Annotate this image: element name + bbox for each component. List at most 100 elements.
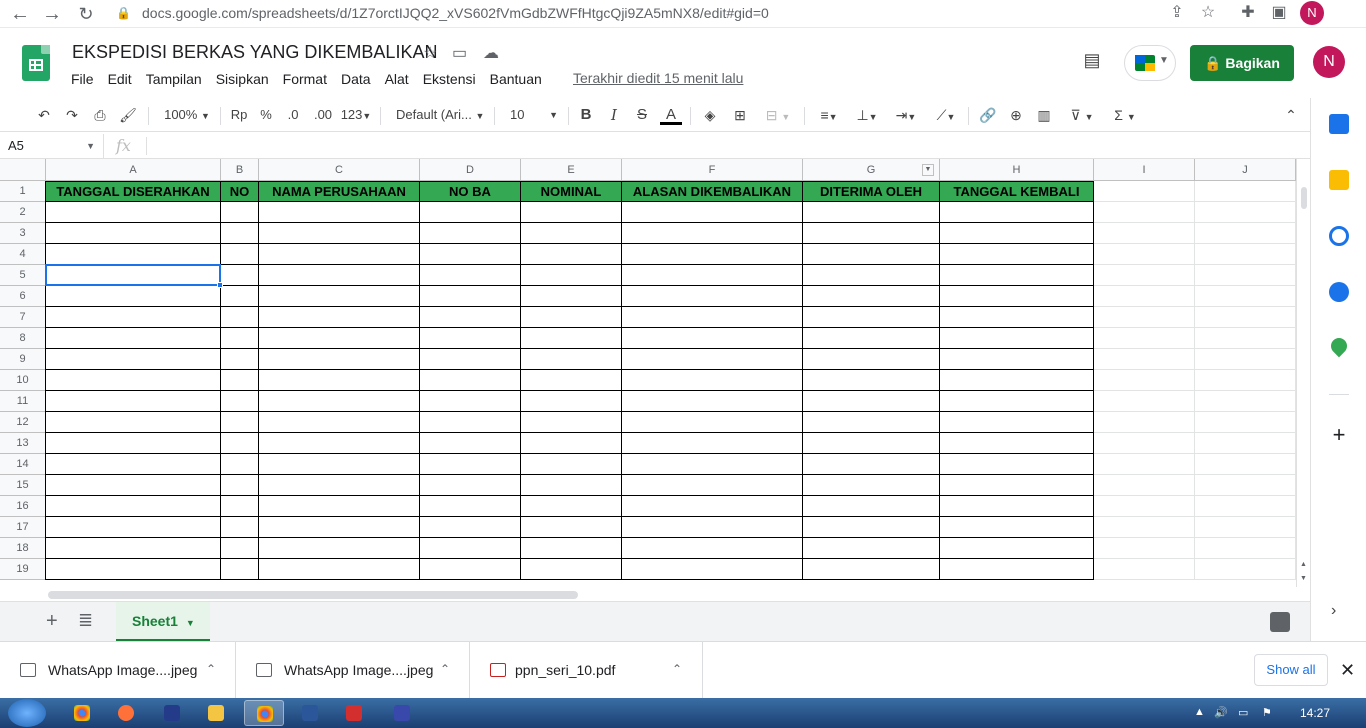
grid-cell-d4[interactable] xyxy=(420,244,521,265)
table-header-cell[interactable]: NOMINAL xyxy=(521,181,622,202)
menu-format[interactable]: Format xyxy=(276,69,334,89)
grid-cell-a2[interactable] xyxy=(46,202,221,223)
horizontal-scrollbar[interactable] xyxy=(46,587,1296,601)
grid-cell-a18[interactable] xyxy=(46,538,221,559)
grid-cell-d17[interactable] xyxy=(420,517,521,538)
grid-cell-b18[interactable] xyxy=(221,538,259,559)
grid-cell-e10[interactable] xyxy=(521,370,622,391)
download-item[interactable]: ppn_seri_10.pdf ⌃ xyxy=(470,642,703,699)
meet-button[interactable]: ▼ xyxy=(1124,45,1176,81)
grid-cell-i18[interactable] xyxy=(1094,538,1195,559)
insert-chart-icon[interactable]: ▥ xyxy=(1034,105,1054,125)
grid-cell-h12[interactable] xyxy=(940,412,1094,433)
maps-icon[interactable] xyxy=(1327,334,1351,358)
grid-cell-c12[interactable] xyxy=(259,412,420,433)
chrome-app-icon[interactable] xyxy=(62,700,102,726)
grid-cell-b19[interactable] xyxy=(221,559,259,580)
grid-cell-j13[interactable] xyxy=(1195,433,1296,454)
column-header-h[interactable]: H xyxy=(940,159,1094,181)
grid-cell-g6[interactable] xyxy=(803,286,940,307)
menu-tools[interactable]: Alat xyxy=(378,69,416,89)
grid-cell-a6[interactable] xyxy=(46,286,221,307)
grid-cell-a14[interactable] xyxy=(46,454,221,475)
column-header-a[interactable]: A xyxy=(46,159,221,181)
app-icon[interactable] xyxy=(382,700,422,726)
grid-cell-j14[interactable] xyxy=(1195,454,1296,475)
grid-cell-e14[interactable] xyxy=(521,454,622,475)
grid-cell-b12[interactable] xyxy=(221,412,259,433)
grid-cell-e15[interactable] xyxy=(521,475,622,496)
grid-cell-g13[interactable] xyxy=(803,433,940,454)
grid-cell-b16[interactable] xyxy=(221,496,259,517)
grid-cell-j15[interactable] xyxy=(1195,475,1296,496)
grid-cell-b8[interactable] xyxy=(221,328,259,349)
table-header-cell[interactable]: NAMA PERUSAHAAN xyxy=(259,181,420,202)
grid-cell-i13[interactable] xyxy=(1094,433,1195,454)
table-header-cell[interactable]: DITERIMA OLEH xyxy=(803,181,940,202)
grid-cell-d11[interactable] xyxy=(420,391,521,412)
undo-icon[interactable]: ↶ xyxy=(34,105,54,125)
grid-cell-a19[interactable] xyxy=(46,559,221,580)
row-header-2[interactable]: 2 xyxy=(0,202,46,223)
grid-cell-c13[interactable] xyxy=(259,433,420,454)
insert-comment-icon[interactable]: ⊕ xyxy=(1006,105,1026,125)
grid-cell-b2[interactable] xyxy=(221,202,259,223)
grid-cell-f2[interactable] xyxy=(622,202,803,223)
grid-cell-c6[interactable] xyxy=(259,286,420,307)
grid-cell-j1[interactable] xyxy=(1195,181,1296,202)
grid-cell-j8[interactable] xyxy=(1195,328,1296,349)
grid-cell-g19[interactable] xyxy=(803,559,940,580)
grid-cell-h8[interactable] xyxy=(940,328,1094,349)
wps-app-icon[interactable] xyxy=(334,700,374,726)
grid-cell-d6[interactable] xyxy=(420,286,521,307)
grid-cell-f17[interactable] xyxy=(622,517,803,538)
calendar-icon[interactable] xyxy=(1329,114,1349,134)
grid-cell-c7[interactable] xyxy=(259,307,420,328)
grid-cell-d9[interactable] xyxy=(420,349,521,370)
merge-cells-icon[interactable]: ⊟ ▼ xyxy=(760,105,796,125)
grid-cell-j10[interactable] xyxy=(1195,370,1296,391)
grid-cell-g17[interactable] xyxy=(803,517,940,538)
all-sheets-icon[interactable]: ≣ xyxy=(78,610,93,631)
column-menu-icon[interactable]: ▼ xyxy=(922,164,934,176)
grid-cell-g11[interactable] xyxy=(803,391,940,412)
grid-cell-f6[interactable] xyxy=(622,286,803,307)
more-formats-button[interactable]: 123▼ xyxy=(340,105,372,125)
grid-cell-a4[interactable] xyxy=(46,244,221,265)
grid-cell-a15[interactable] xyxy=(46,475,221,496)
grid-cell-i15[interactable] xyxy=(1094,475,1195,496)
grid-cell-d8[interactable] xyxy=(420,328,521,349)
grid-cell-e18[interactable] xyxy=(521,538,622,559)
cloud-status-icon[interactable]: ☁ xyxy=(483,43,499,63)
add-sheet-icon[interactable]: + xyxy=(46,610,58,633)
grid-cell-c16[interactable] xyxy=(259,496,420,517)
menu-view[interactable]: Tampilan xyxy=(139,69,209,89)
grid-cell-j7[interactable] xyxy=(1195,307,1296,328)
grid-cell-f11[interactable] xyxy=(622,391,803,412)
grid-cell-i5[interactable] xyxy=(1094,265,1195,286)
grid-cell-h14[interactable] xyxy=(940,454,1094,475)
grid-cell-e5[interactable] xyxy=(521,265,622,286)
formula-input[interactable] xyxy=(152,134,1292,158)
column-header-i[interactable]: I xyxy=(1094,159,1195,181)
grid-cell-b7[interactable] xyxy=(221,307,259,328)
grid-cell-g2[interactable] xyxy=(803,202,940,223)
row-header-7[interactable]: 7 xyxy=(0,307,46,328)
grid-cell-i1[interactable] xyxy=(1094,181,1195,202)
grid-cell-c15[interactable] xyxy=(259,475,420,496)
grid-cell-e2[interactable] xyxy=(521,202,622,223)
grid-cell-h19[interactable] xyxy=(940,559,1094,580)
browser-profile-avatar[interactable]: N xyxy=(1300,1,1324,25)
menu-help[interactable]: Bantuan xyxy=(483,69,549,89)
grid-cell-b6[interactable] xyxy=(221,286,259,307)
currency-format-button[interactable]: Rp xyxy=(228,105,250,125)
grid-cell-i7[interactable] xyxy=(1094,307,1195,328)
increase-decimal-button[interactable]: .00 xyxy=(310,105,336,125)
grid-cell-j6[interactable] xyxy=(1195,286,1296,307)
row-header-16[interactable]: 16 xyxy=(0,496,46,517)
download-item[interactable]: WhatsApp Image....jpeg ⌃ xyxy=(236,642,470,699)
grid-cell-h3[interactable] xyxy=(940,223,1094,244)
grid-cell-i19[interactable] xyxy=(1094,559,1195,580)
show-all-button[interactable]: Show all xyxy=(1254,654,1328,686)
grid-cell-b4[interactable] xyxy=(221,244,259,265)
